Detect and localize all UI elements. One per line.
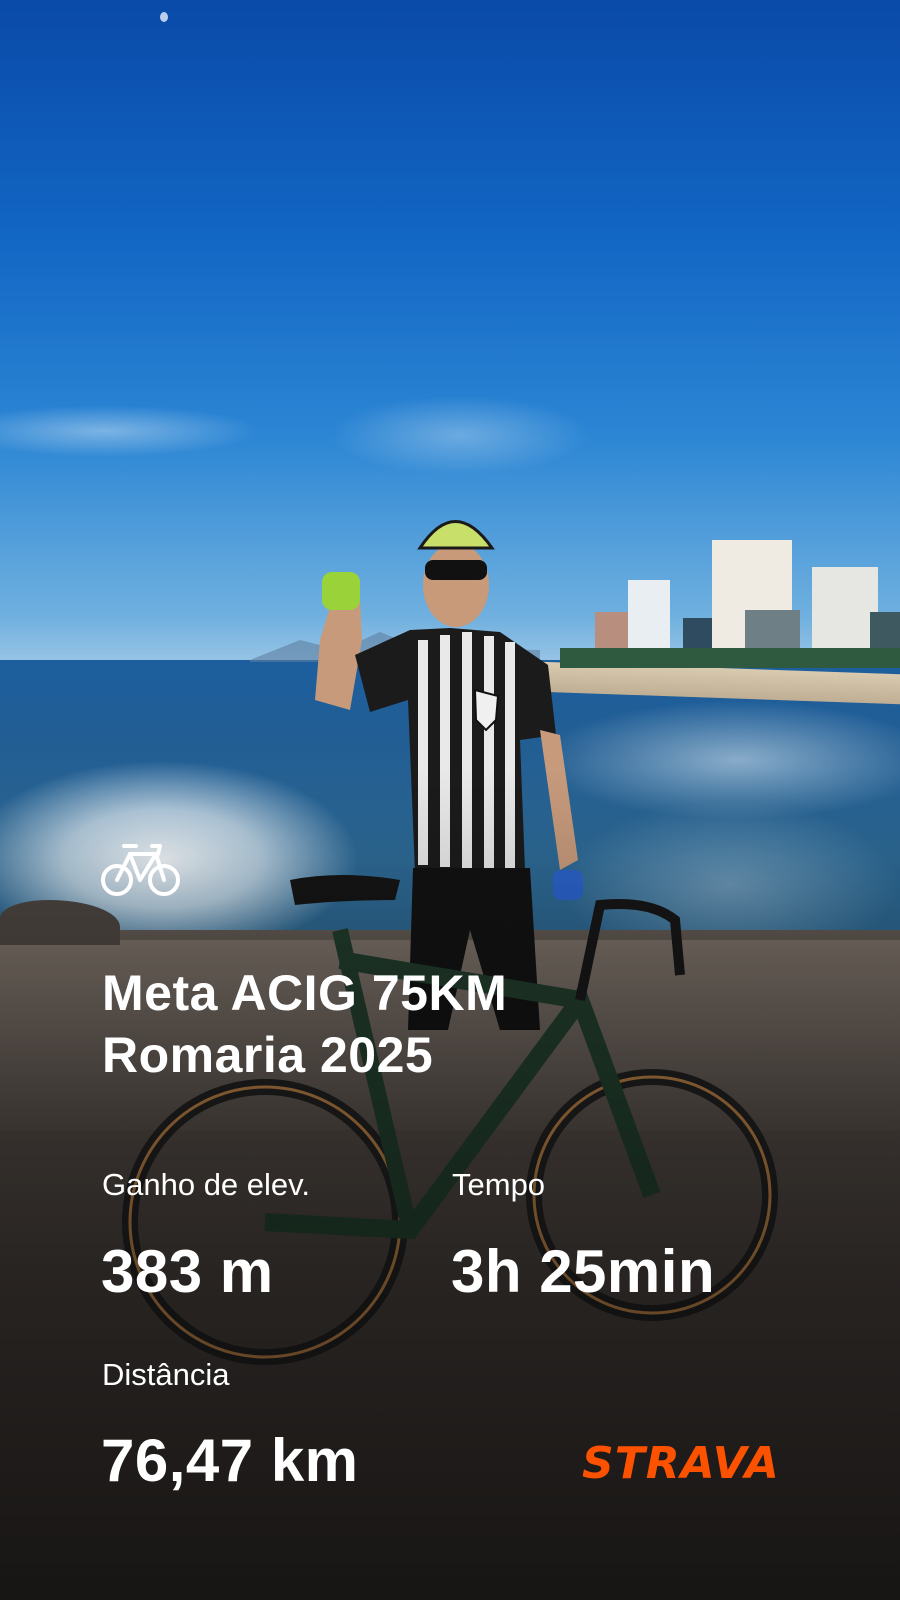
distance-label: Distância xyxy=(102,1357,230,1392)
elevation-gain-value: 383 m xyxy=(101,1238,274,1305)
strava-logo: STRAVA xyxy=(582,1438,780,1489)
activity-title: Meta ACIG 75KM Romaria 2025 xyxy=(102,962,742,1086)
moving-time-value: 3h 25min xyxy=(451,1238,716,1305)
strava-share-card: Meta ACIG 75KM Romaria 2025 Ganho de ele… xyxy=(0,0,900,1600)
elevation-gain-label: Ganho de elev. xyxy=(102,1167,310,1202)
distance-value: 76,47 km xyxy=(101,1427,359,1494)
moving-time-label: Tempo xyxy=(452,1167,546,1202)
bike-icon xyxy=(101,844,180,896)
activity-title-line-1: Meta ACIG 75KM xyxy=(102,965,508,1021)
activity-title-line-2: Romaria 2025 xyxy=(102,1027,434,1083)
